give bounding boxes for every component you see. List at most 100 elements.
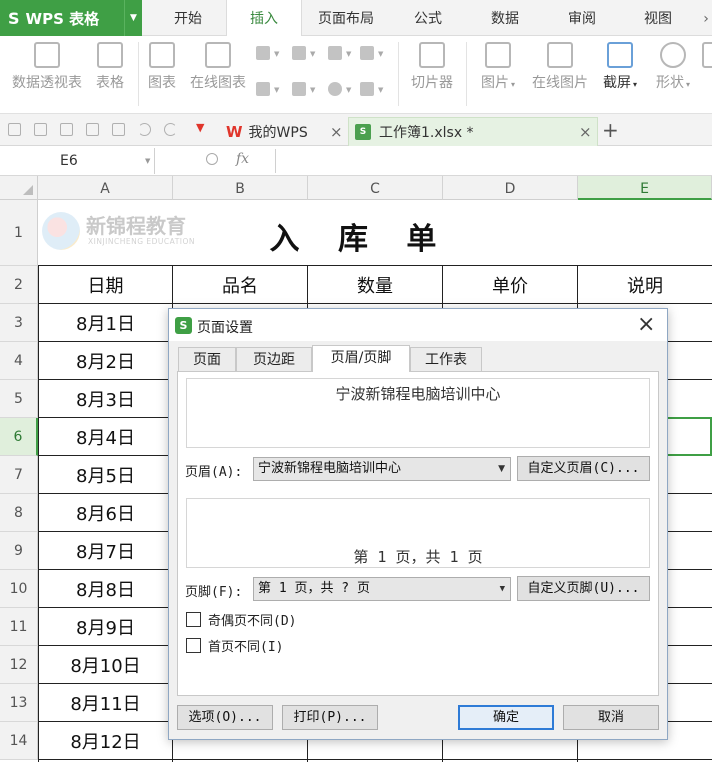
row-header[interactable]: 2 xyxy=(0,266,38,304)
row-header[interactable]: 1 xyxy=(0,200,38,266)
save-icon[interactable] xyxy=(34,123,47,136)
stock-chart-button[interactable]: ▼ xyxy=(292,80,324,98)
options-button[interactable]: 选项(O)... xyxy=(177,705,273,730)
date-cell[interactable]: 8月12日 xyxy=(39,722,172,759)
tab-my-wps[interactable]: W 我的WPS × xyxy=(222,117,346,146)
slicer-button[interactable]: 切片器 xyxy=(406,42,458,92)
header-cell-item[interactable]: 品名 xyxy=(173,266,307,303)
close-tab-icon[interactable]: × xyxy=(579,123,592,141)
checkbox-box[interactable] xyxy=(186,638,201,653)
screenshot-button[interactable]: 截屏 ▾ xyxy=(598,42,642,94)
row-header[interactable]: 3 xyxy=(0,304,38,342)
pie-chart-button[interactable]: ▼ xyxy=(328,80,360,98)
tab-formulas[interactable]: 公式 xyxy=(390,0,466,36)
column-header-a[interactable]: A xyxy=(38,176,173,200)
tab-header-footer[interactable]: 页眉/页脚 xyxy=(312,345,410,372)
name-box-dropdown-icon[interactable]: ▼ xyxy=(145,157,150,165)
row-header[interactable]: 7 xyxy=(0,456,38,494)
row-header[interactable]: 10 xyxy=(0,570,38,608)
tab-page-layout[interactable]: 页面布局 xyxy=(302,0,390,36)
tab-home[interactable]: 开始 xyxy=(150,0,226,36)
tab-data[interactable]: 数据 xyxy=(466,0,544,36)
picture-button[interactable]: 图片 ▾ xyxy=(474,42,522,94)
date-cell[interactable]: 8月8日 xyxy=(39,570,172,607)
cancel-button[interactable]: 取消 xyxy=(563,705,659,730)
dialog-title-bar[interactable]: S 页面设置 × xyxy=(169,309,667,341)
radar-chart-button[interactable]: ▼ xyxy=(360,44,392,62)
tab-view[interactable]: 视图 xyxy=(620,0,696,36)
name-box[interactable]: E6 xyxy=(0,148,155,174)
table-button[interactable]: 表格 xyxy=(92,42,128,92)
shapes-button[interactable]: 形状 ▾ xyxy=(650,42,696,94)
bar-chart-button[interactable]: ▼ xyxy=(292,44,324,62)
row-header[interactable]: 8 xyxy=(0,494,38,532)
column-header-c[interactable]: C xyxy=(308,176,443,200)
header-cell-date[interactable]: 日期 xyxy=(39,266,172,303)
row-header[interactable]: 13 xyxy=(0,684,38,722)
app-menu-dropdown-icon[interactable]: ▼ xyxy=(124,0,142,36)
print-icon[interactable] xyxy=(86,123,99,136)
online-picture-button[interactable]: 在线图片 xyxy=(528,42,592,92)
ok-button[interactable]: 确定 xyxy=(458,705,554,730)
export-pdf-icon[interactable] xyxy=(60,123,73,136)
footer-select[interactable]: 第 1 页，共 ? 页 ▼ xyxy=(253,577,511,601)
date-cell[interactable]: 8月3日 xyxy=(39,380,172,417)
row-header[interactable]: 11 xyxy=(0,608,38,646)
header-cell-note[interactable]: 说明 xyxy=(578,266,712,303)
date-cell[interactable]: 8月7日 xyxy=(39,532,172,569)
insert-function-icon[interactable]: fx xyxy=(236,151,249,167)
column-chart-button[interactable]: ▼ xyxy=(256,44,288,62)
print-button[interactable]: 打印(P)... xyxy=(282,705,378,730)
date-cell[interactable]: 8月9日 xyxy=(39,608,172,645)
select-all-corner[interactable] xyxy=(0,176,38,200)
chart-button[interactable]: 图表 xyxy=(144,42,180,92)
ribbon-more-button[interactable] xyxy=(702,42,712,74)
tab-margins[interactable]: 页边距 xyxy=(236,347,312,371)
checkbox-box[interactable] xyxy=(186,612,201,627)
tab-page[interactable]: 页面 xyxy=(178,347,236,371)
zoom-icon[interactable] xyxy=(206,153,218,165)
row-header[interactable]: 12 xyxy=(0,646,38,684)
header-cell-quantity[interactable]: 数量 xyxy=(308,266,442,303)
date-cell[interactable]: 8月6日 xyxy=(39,494,172,531)
tab-workbook1[interactable]: S 工作簿1.xlsx * × xyxy=(348,117,598,146)
custom-footer-button[interactable]: 自定义页脚(U)... xyxy=(517,576,650,601)
odd-even-different-checkbox[interactable]: 奇偶页不同(D) xyxy=(186,610,296,629)
column-header-d[interactable]: D xyxy=(443,176,578,200)
date-cell[interactable]: 8月4日 xyxy=(39,418,172,455)
column-header-e[interactable]: E xyxy=(578,176,712,200)
sheet-title-cell[interactable]: 入 库 单 xyxy=(240,214,480,258)
custom-header-button[interactable]: 自定义页眉(C)... xyxy=(517,456,650,481)
new-tab-icon[interactable]: + xyxy=(602,118,619,142)
date-cell[interactable]: 8月11日 xyxy=(39,684,172,721)
row-header[interactable]: 5 xyxy=(0,380,38,418)
app-menu-button[interactable]: S WPS 表格 xyxy=(0,0,124,36)
date-cell[interactable]: 8月5日 xyxy=(39,456,172,493)
date-cell[interactable]: 8月2日 xyxy=(39,342,172,379)
first-page-different-checkbox[interactable]: 首页不同(I) xyxy=(186,636,283,655)
close-tab-icon[interactable]: × xyxy=(330,123,343,141)
print-preview-icon[interactable] xyxy=(112,123,125,136)
area-chart-button[interactable]: ▼ xyxy=(256,80,288,98)
tab-insert[interactable]: 插入 xyxy=(226,0,302,37)
date-cell[interactable]: 8月1日 xyxy=(39,304,172,341)
customize-quick-access-icon[interactable]: ▼ xyxy=(196,121,209,136)
formula-input[interactable] xyxy=(275,149,712,173)
open-icon[interactable] xyxy=(8,123,21,136)
column-header-b[interactable]: B xyxy=(173,176,308,200)
row-header[interactable]: 9 xyxy=(0,532,38,570)
row-header[interactable]: 14 xyxy=(0,722,38,760)
online-chart-button[interactable]: 在线图表 xyxy=(186,42,250,92)
scatter-chart-button[interactable]: ▼ xyxy=(360,80,392,98)
undo-icon[interactable] xyxy=(138,123,151,136)
dialog-close-button[interactable]: × xyxy=(637,312,655,337)
tab-review[interactable]: 审阅 xyxy=(544,0,620,36)
date-cell[interactable]: 8月10日 xyxy=(39,646,172,683)
combo-chart-button[interactable]: ▼ xyxy=(328,44,360,62)
tab-worksheet[interactable]: 工作表 xyxy=(410,347,482,371)
pivot-table-button[interactable]: 数据透视表 xyxy=(8,42,86,92)
header-cell-price[interactable]: 单价 xyxy=(443,266,577,303)
redo-icon[interactable] xyxy=(164,123,177,136)
tab-more-icon[interactable]: › xyxy=(700,0,712,36)
header-select[interactable]: 宁波新锦程电脑培训中心 ▼ xyxy=(253,457,511,481)
